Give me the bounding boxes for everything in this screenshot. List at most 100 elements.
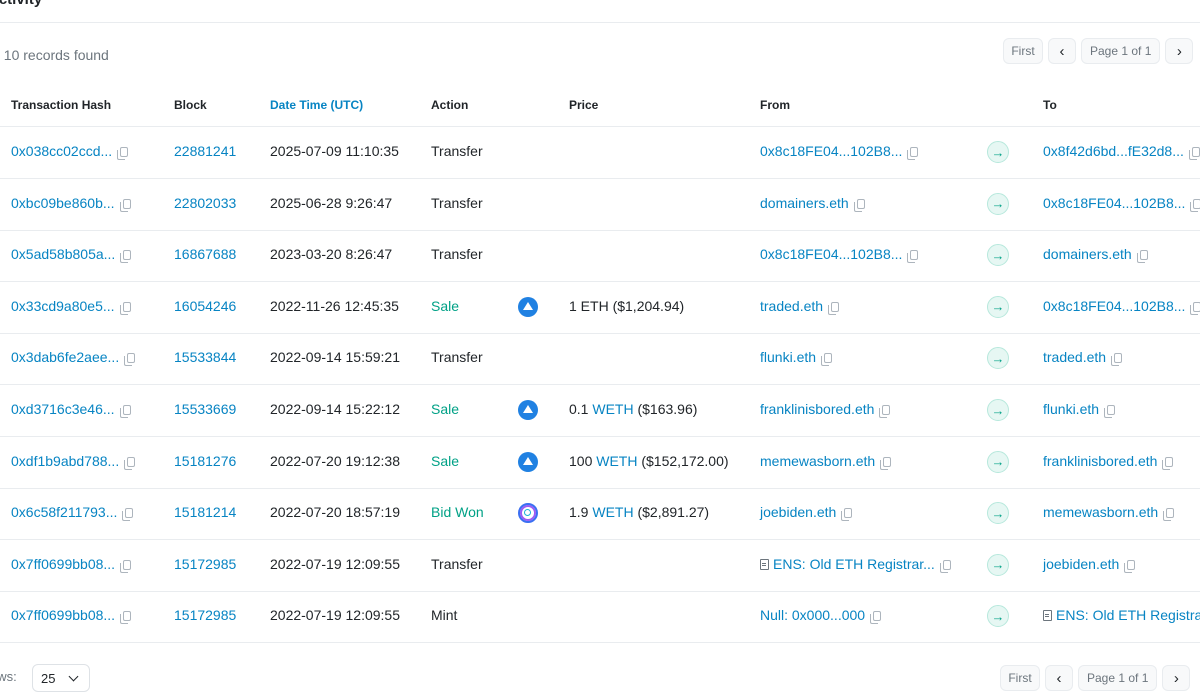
copy-icon[interactable] — [119, 301, 131, 315]
transaction-hash-link[interactable]: 0x3dab6fe2aee... — [11, 349, 119, 365]
copy-icon[interactable] — [1104, 405, 1116, 418]
copy-icon[interactable] — [821, 353, 833, 367]
transaction-hash-link[interactable]: 0x7ff0699bb08... — [11, 607, 115, 623]
prev-page-button[interactable]: ‹ — [1045, 665, 1073, 691]
copy-icon[interactable] — [1188, 147, 1200, 160]
copy-icon[interactable] — [117, 147, 129, 160]
datetime-text: 2022-11-26 12:45:35 — [270, 297, 399, 314]
copy-icon[interactable] — [907, 250, 919, 264]
transaction-hash-link[interactable]: 0x6c58f211793... — [11, 504, 117, 520]
block-link[interactable]: 16867688 — [174, 246, 236, 262]
transaction-hash-link[interactable]: 0x33cd9a80e5... — [11, 298, 115, 314]
block-link[interactable]: 22802033 — [174, 195, 236, 211]
copy-icon[interactable] — [1190, 198, 1200, 212]
opensea-icon[interactable] — [518, 400, 538, 420]
price-token-link[interactable]: WETH — [596, 453, 637, 469]
table-row: 0x6c58f211793... 15181214 2022-07-20 18:57… — [0, 488, 1200, 541]
to-address-link[interactable]: domainers.eth — [1043, 246, 1132, 262]
copy-icon[interactable] — [879, 405, 891, 418]
block-link[interactable]: 15533669 — [174, 401, 236, 417]
copy-icon[interactable] — [122, 508, 134, 522]
prev-page-button[interactable]: ‹ — [1048, 38, 1076, 64]
next-page-button[interactable]: › — [1162, 665, 1191, 691]
block-link[interactable]: 15172985 — [174, 607, 236, 623]
copy-icon[interactable] — [124, 353, 136, 367]
copy-icon[interactable] — [880, 456, 892, 470]
col-datetime[interactable]: Date Time (UTC) — [270, 98, 363, 112]
to-address-link[interactable]: ENS: Old ETH Registrar — [1056, 607, 1200, 623]
from-address-link[interactable]: memewasborn.eth — [760, 453, 875, 469]
datetime-text: 2022-07-20 18:57:19 — [270, 504, 400, 521]
copy-icon[interactable] — [1162, 456, 1174, 470]
transaction-hash-link[interactable]: 0x7ff0699bb08... — [11, 556, 115, 572]
to-address-link[interactable]: joebiden.eth — [1043, 556, 1119, 572]
copy-icon[interactable] — [1190, 301, 1200, 315]
first-page-button[interactable]: First — [1000, 665, 1040, 691]
block-link[interactable]: 15172985 — [174, 556, 236, 572]
copy-icon[interactable] — [870, 611, 882, 625]
from-cell: joebiden.eth — [760, 504, 853, 522]
transaction-hash-link[interactable]: 0x038cc02ccd... — [11, 143, 112, 159]
action-text: Sale — [431, 297, 460, 314]
from-cell: Null: 0x000...000 — [760, 607, 882, 625]
block-link[interactable]: 22881241 — [174, 143, 236, 159]
from-address-link[interactable]: domainers.eth — [760, 195, 849, 211]
to-cell: ENS: Old ETH Registrar — [1043, 607, 1200, 623]
rows-per-page-select[interactable]: 25 — [32, 664, 90, 692]
copy-icon[interactable] — [124, 456, 136, 470]
table-row: 0x3dab6fe2aee... 15533844 2022-09-14 15:59… — [0, 333, 1200, 386]
from-address-link[interactable]: ENS: Old ETH Registrar... — [773, 556, 935, 572]
first-page-button[interactable]: First — [1003, 38, 1043, 64]
from-address-link[interactable]: 0x8c18FE04...102B8... — [760, 143, 902, 159]
copy-icon[interactable] — [1124, 559, 1136, 573]
transaction-hash-link[interactable]: 0x5ad58b805a... — [11, 246, 115, 262]
block-link[interactable]: 15181214 — [174, 504, 236, 520]
table-row: 0xbc09be860b... 22802033 2025-06-28 9:26:4… — [0, 179, 1200, 231]
price-token-link[interactable]: WETH — [592, 401, 633, 417]
table-row: 0x038cc02ccd... 22881241 2025-07-09 11:10:… — [0, 127, 1200, 179]
table-header: Transaction Hash Block Date Time (UTC) A… — [0, 90, 1200, 127]
block-link[interactable]: 16054246 — [174, 298, 236, 314]
copy-icon[interactable] — [120, 611, 132, 625]
copy-icon[interactable] — [119, 198, 131, 212]
from-address-link[interactable]: joebiden.eth — [760, 504, 836, 520]
opensea-icon[interactable] — [518, 296, 538, 317]
price-cell: 100 WETH ($152,172.00) — [569, 453, 729, 469]
block-link[interactable]: 15181276 — [174, 453, 236, 469]
action-text: Transfer — [431, 555, 483, 572]
to-address-link[interactable]: flunki.eth — [1043, 401, 1099, 417]
copy-icon[interactable] — [119, 405, 131, 418]
action-text: Bid Won — [431, 504, 484, 521]
copy-icon[interactable] — [828, 301, 840, 315]
opensea-icon[interactable] — [518, 451, 538, 472]
copy-icon[interactable] — [120, 559, 132, 573]
transaction-hash-link[interactable]: 0xd3716c3e46... — [11, 401, 115, 417]
copy-icon[interactable] — [841, 508, 853, 522]
copy-icon[interactable] — [907, 147, 919, 160]
marketplace-ring-icon[interactable] — [518, 503, 538, 524]
to-address-link[interactable]: franklinisbored.eth — [1043, 453, 1157, 469]
from-address-link[interactable]: Null: 0x000...000 — [760, 607, 865, 623]
from-address-link[interactable]: franklinisbored.eth — [760, 401, 874, 417]
transaction-hash-link[interactable]: 0xbc09be860b... — [11, 195, 115, 211]
from-address-link[interactable]: flunki.eth — [760, 349, 816, 365]
to-address-link[interactable]: traded.eth — [1043, 349, 1106, 365]
copy-icon[interactable] — [120, 250, 132, 264]
to-address-link[interactable]: 0x8c18FE04...102B8... — [1043, 195, 1185, 211]
arrow-right-icon: → — [987, 605, 1009, 628]
to-address-link[interactable]: 0x8f42d6bd...fE32d8... — [1043, 143, 1184, 159]
copy-icon[interactable] — [1136, 250, 1148, 264]
transaction-hash-link[interactable]: 0xdf1b9abd788... — [11, 453, 119, 469]
arrow-right-icon: → — [987, 141, 1009, 163]
to-address-link[interactable]: memewasborn.eth — [1043, 504, 1158, 520]
copy-icon[interactable] — [1111, 353, 1123, 367]
from-address-link[interactable]: traded.eth — [760, 298, 823, 314]
copy-icon[interactable] — [853, 198, 865, 212]
block-link[interactable]: 15533844 — [174, 349, 236, 365]
price-token-link[interactable]: WETH — [592, 504, 633, 520]
from-address-link[interactable]: 0x8c18FE04...102B8... — [760, 246, 902, 262]
next-page-button[interactable]: › — [1165, 38, 1194, 64]
copy-icon[interactable] — [1163, 508, 1175, 522]
to-address-link[interactable]: 0x8c18FE04...102B8... — [1043, 298, 1185, 314]
copy-icon[interactable] — [939, 559, 951, 573]
